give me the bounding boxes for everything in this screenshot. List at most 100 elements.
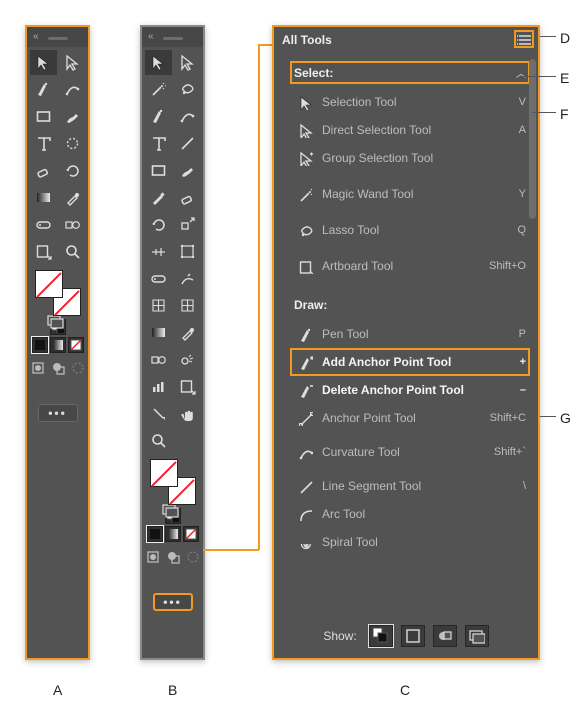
tool-row-delete-anchor[interactable]: Delete Anchor Point Tool – [290,376,530,404]
curvature-tool[interactable] [174,104,201,129]
free-transform-tool[interactable] [174,239,201,264]
tool-row-line-segment[interactable]: Line Segment Tool \ [290,472,530,500]
slice-tool[interactable] [145,401,172,426]
pen-icon [294,327,316,342]
draw-normal[interactable] [29,359,46,376]
panel-drag-area[interactable]: « [142,27,203,47]
line-segment-tool[interactable] [174,131,201,156]
gradient-tool[interactable] [30,185,57,210]
scrollbar-thumb[interactable] [529,59,536,219]
tool-row-group-selection[interactable]: Group Selection Tool [290,144,530,172]
none-fill-button[interactable] [183,526,199,542]
blend-tool[interactable] [145,347,172,372]
zoom-tool[interactable] [145,428,172,453]
callout-letter: B [168,682,177,698]
artboard-icon [294,259,316,274]
selection-tool[interactable] [145,50,172,75]
artboard-tool[interactable] [30,239,57,264]
panel-drag-area[interactable]: « [27,27,88,47]
rectangle-tool[interactable] [145,158,172,183]
paintbrush-tool[interactable] [174,158,201,183]
tool-row-anchor-point[interactable]: Anchor Point Tool Shift+C [290,404,530,432]
callout-line [203,549,259,551]
symbol-sprayer-tool[interactable] [174,347,201,372]
tool-row-artboard[interactable]: Artboard Tool Shift+O [290,252,530,280]
curvature-tool[interactable] [59,77,86,102]
eyedropper-tool[interactable] [174,320,201,345]
show-mode-2[interactable] [401,625,425,647]
zoom-tool[interactable] [59,239,86,264]
edit-toolbar-button[interactable]: ••• [153,593,193,611]
perspective-grid-tool[interactable] [145,293,172,318]
ellipse-tool[interactable] [59,131,86,156]
show-mode-3[interactable] [433,625,457,647]
color-fill-button[interactable] [32,337,48,353]
screen-mode[interactable] [47,380,69,396]
grip-icon [163,37,183,40]
scale-tool[interactable] [174,212,201,237]
tool-row-lasso[interactable]: Lasso Tool Q [290,216,530,244]
show-mode-4[interactable] [465,625,489,647]
fill-swatch[interactable] [150,459,178,487]
edit-toolbar-button[interactable]: ••• [38,404,78,422]
all-tools-drawer: All Tools Select: ︿ Selection Tool V Dir… [272,25,540,660]
drawer-menu-button[interactable] [514,30,534,48]
tool-row-arc[interactable]: Arc Tool [290,500,530,528]
collapse-icon[interactable]: « [148,31,154,42]
show-mode-1[interactable] [369,625,393,647]
menu-icon [517,33,531,45]
eraser-tool[interactable] [30,158,57,183]
lasso-tool[interactable] [174,77,201,102]
callout-line [258,44,272,46]
tool-row-magic-wand[interactable]: Magic Wand Tool Y [290,180,530,208]
gradient-tool[interactable] [145,320,172,345]
section-select-header[interactable]: Select: ︿ [290,61,530,84]
pen-tool[interactable] [145,104,172,129]
tool-row-add-anchor[interactable]: Add Anchor Point Tool + [290,348,530,376]
tool-row-direct-selection[interactable]: Direct Selection Tool A [290,116,530,144]
hand-tool[interactable] [174,401,201,426]
eyedropper-tool[interactable] [59,185,86,210]
tool-row-curvature[interactable]: Curvature Tool Shift+` [290,438,530,466]
shape-builder-tool[interactable] [30,212,57,237]
draw-inside[interactable] [184,548,201,565]
collapse-icon[interactable]: « [33,31,39,42]
width-tool[interactable] [145,239,172,264]
color-fill-button[interactable] [147,526,163,542]
rectangle-tool[interactable] [30,104,57,129]
toolbar-advanced: « [140,25,205,660]
fill-stroke-widget[interactable] [35,270,81,316]
paintbrush-tool[interactable] [59,104,86,129]
tool-row-selection[interactable]: Selection Tool V [290,88,530,116]
eraser-tool[interactable] [174,185,201,210]
magic-wand-tool[interactable] [145,77,172,102]
draw-inside[interactable] [69,359,86,376]
type-tool[interactable] [30,131,57,156]
rotate-tool[interactable] [145,212,172,237]
direct-selection-tool[interactable] [59,50,86,75]
tool-row-spiral[interactable]: Spiral Tool [290,528,530,556]
section-draw-header[interactable]: Draw: [290,294,530,316]
shape-builder-tool[interactable] [145,266,172,291]
section-label: Draw: [294,298,327,312]
draw-normal[interactable] [144,548,161,565]
callout-letter: E [560,70,569,86]
none-fill-button[interactable] [68,337,84,353]
puppet-warp-tool[interactable] [174,266,201,291]
rotate-tool[interactable] [59,158,86,183]
fill-swatch[interactable] [35,270,63,298]
direct-selection-tool[interactable] [174,50,201,75]
mesh-tool[interactable] [174,293,201,318]
place-tool[interactable] [59,212,86,237]
callout-line [532,112,556,113]
fill-stroke-widget[interactable] [150,459,196,505]
artboard-tool[interactable] [174,374,201,399]
tool-row-pen[interactable]: Pen Tool P [290,320,530,348]
selection-icon [294,95,316,110]
pen-tool[interactable] [30,77,57,102]
selection-tool[interactable] [30,50,57,75]
column-graph-tool[interactable] [145,374,172,399]
type-tool[interactable] [145,131,172,156]
screen-mode[interactable] [162,569,184,585]
shaper-tool[interactable] [145,185,172,210]
